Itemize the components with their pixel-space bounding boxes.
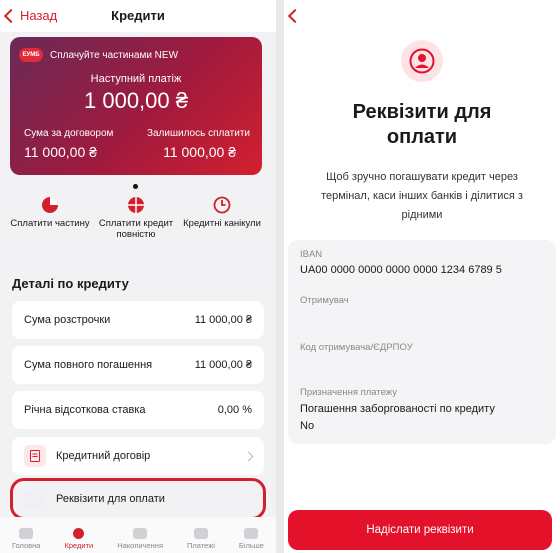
carousel-indicator <box>133 184 138 189</box>
back-button[interactable] <box>287 8 303 26</box>
detail-row: Сума розстрочки 11 000,00 ₴ <box>12 301 264 339</box>
credit-contract-label: Кредитний договір <box>56 450 151 462</box>
contract-sum-value: 11 000,00 ₴ <box>24 144 97 160</box>
contract-sum-label: Сума за договором <box>24 128 114 139</box>
requisites-description: Щоб зручно погашувати кредит через термі… <box>300 168 544 225</box>
pay-part-button[interactable]: Сплатити частину <box>10 196 90 258</box>
pie-icon <box>42 197 58 213</box>
payment-requisites-item[interactable]: Реквізити для оплати <box>24 490 165 508</box>
bottom-tab-bar: Головна Кредити Накопичення Платежі Біль… <box>0 517 276 553</box>
promo-text: Сплачуйте частинами NEW <box>50 50 179 61</box>
more-icon <box>244 528 259 539</box>
credits-screen: Назад Кредити ЕУМБ Сплачуйте частинами N… <box>0 0 276 553</box>
pay-part-label: Сплатити частину <box>10 218 90 229</box>
requisites-title: Реквізити для оплати <box>284 100 560 150</box>
home-icon <box>19 528 34 539</box>
tab-label: Більше <box>238 541 264 550</box>
credit-holidays-button[interactable]: Кредитні канікули <box>182 196 262 258</box>
savings-icon <box>133 528 148 539</box>
tab-label: Головна <box>11 541 41 550</box>
tab-home[interactable]: Головна <box>11 528 41 550</box>
purpose-line: Погашення заборгованості по кредиту <box>300 403 495 415</box>
tab-savings[interactable]: Накопичення <box>117 528 163 550</box>
tab-label: Кредити <box>64 541 94 550</box>
clock-icon <box>213 196 231 214</box>
credit-holidays-label: Кредитні канікули <box>183 218 261 229</box>
chevron-left-icon <box>287 8 303 24</box>
divider <box>276 0 284 553</box>
requisites-screen: Реквізити для оплати Щоб зручно погашува… <box>284 0 560 553</box>
pay-full-label: Сплатити кредит повністю <box>98 218 174 240</box>
tab-credits[interactable]: Кредити <box>64 528 93 550</box>
detail-value: 11 000,00 ₴ <box>194 314 252 326</box>
document-icon <box>24 445 46 467</box>
credit-contract-item[interactable]: Кредитний договір <box>12 437 264 475</box>
credit-card[interactable]: ЕУМБ Сплачуйте частинами NEW Наступний п… <box>10 37 262 175</box>
next-payment-amount: 1 000,00 ₴ <box>84 88 188 113</box>
payment-purpose-value[interactable]: Погашення заборгованості по кредиту No <box>300 401 495 435</box>
bank-logo: ЕУМБ <box>19 48 43 62</box>
remaining-value: 11 000,00 ₴ <box>163 144 236 160</box>
detail-label: Річна відсоткова ставка <box>24 404 146 416</box>
tab-label: Накопичення <box>117 541 164 550</box>
tab-more[interactable]: Більше <box>239 528 264 550</box>
tab-label: Платежі <box>187 541 215 550</box>
detail-row: Річна відсоткова ставка 0,00 % <box>12 391 264 429</box>
top-bar: Назад Кредити <box>0 0 276 32</box>
payments-icon <box>193 528 208 539</box>
full-pie-icon <box>128 197 144 213</box>
requisites-icon <box>24 490 46 508</box>
purpose-line: No <box>300 420 315 432</box>
desc-line: термінал, каси інших банків і ділитися з <box>321 190 523 202</box>
screenshot: Назад Кредити ЕУМБ Сплачуйте частинами N… <box>0 0 560 553</box>
tab-payments[interactable]: Платежі <box>187 528 215 550</box>
remaining-label: Залишилось сплатити <box>146 128 250 139</box>
user-icon <box>401 40 443 82</box>
detail-value: 11 000,00 ₴ <box>194 359 252 371</box>
iban-label: IBAN <box>300 249 323 260</box>
detail-row: Сума повного погашення 11 000,00 ₴ <box>12 346 264 384</box>
desc-line: рідними <box>401 209 443 221</box>
requisites-card: IBAN UA00 0000 0000 0000 0000 1234 6789 … <box>288 240 556 444</box>
send-requisites-button[interactable]: Надіслати реквізити <box>288 510 552 550</box>
recipient-code-label: Код отримувача/ЄДРПОУ <box>300 342 413 353</box>
chevron-right-icon <box>243 451 254 461</box>
credit-actions: Сплатити частину Сплатити кредит повніст… <box>10 196 262 258</box>
detail-label: Сума розстрочки <box>24 314 111 326</box>
pay-full-button[interactable]: Сплатити кредит повністю <box>96 196 176 258</box>
detail-label: Сума повного погашення <box>24 359 153 371</box>
desc-line: Щоб зручно погашувати кредит через <box>326 171 518 183</box>
iban-value[interactable]: UA00 0000 0000 0000 0000 1234 6789 5 <box>300 262 502 279</box>
details-title: Деталі по кредиту <box>12 276 129 291</box>
page-title: Кредити <box>111 8 165 23</box>
payment-purpose-label: Призначення платежу <box>300 387 397 398</box>
recipient-label: Отримувач <box>300 295 349 306</box>
detail-value: 0,00 % <box>217 404 252 416</box>
payment-requisites-label: Реквізити для оплати <box>56 493 165 505</box>
credits-icon <box>73 528 85 539</box>
title-line: оплати <box>386 126 458 148</box>
next-payment-label: Наступний платіж <box>90 73 182 85</box>
title-line: Реквізити для <box>352 101 492 123</box>
